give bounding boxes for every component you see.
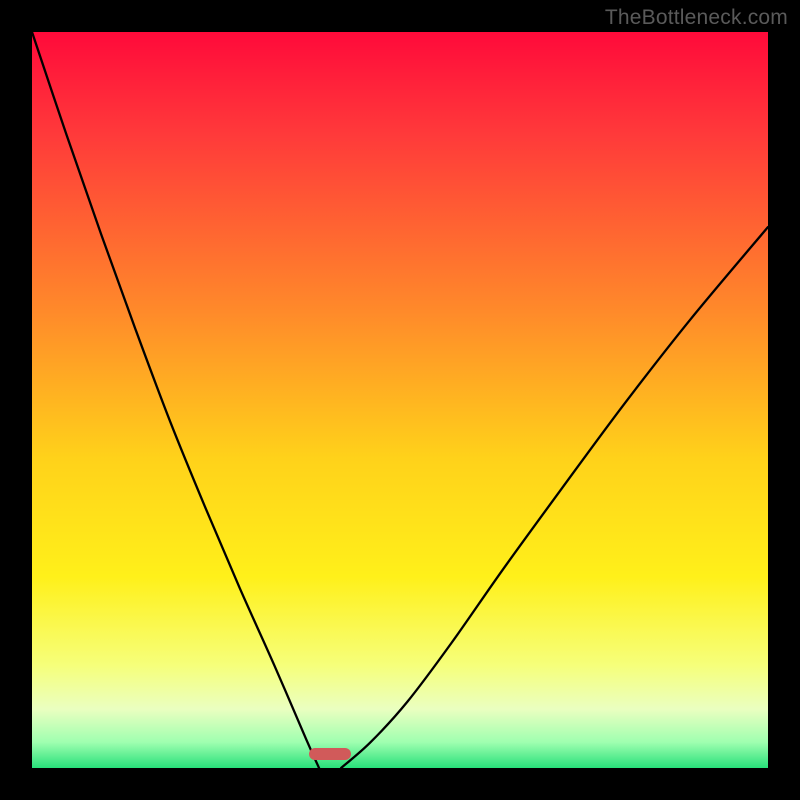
curve-left-branch xyxy=(32,32,319,768)
bottleneck-marker xyxy=(309,748,351,760)
plot-area xyxy=(32,32,768,768)
watermark-text: TheBottleneck.com xyxy=(605,6,788,30)
curve-svg xyxy=(32,32,768,768)
chart-frame: TheBottleneck.com xyxy=(0,0,800,800)
curve-right-branch xyxy=(341,227,768,768)
